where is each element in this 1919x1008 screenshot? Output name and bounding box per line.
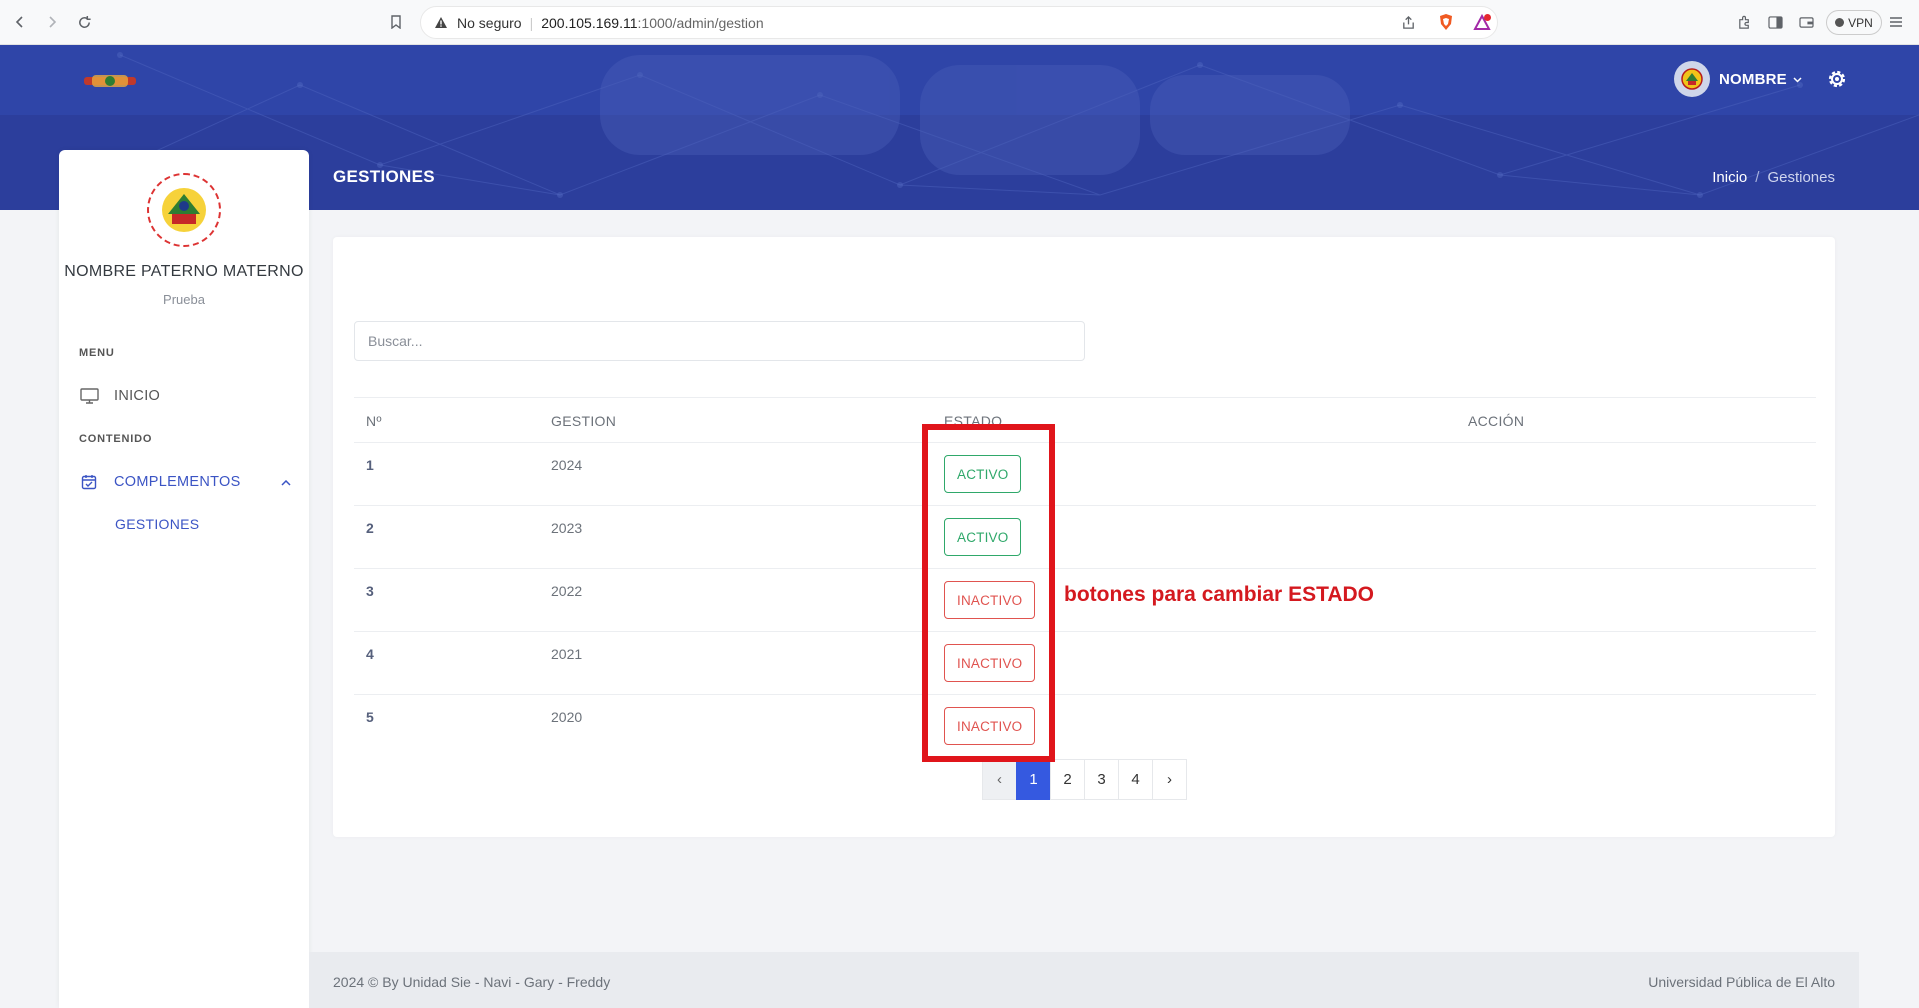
pagination-prev[interactable]: ‹ xyxy=(982,759,1017,800)
reload-icon[interactable] xyxy=(74,12,94,32)
user-menu[interactable]: NOMBRE xyxy=(1674,61,1802,97)
column-header-numero: Nº xyxy=(366,413,382,429)
chevron-up-icon[interactable] xyxy=(281,475,291,489)
pagination-next[interactable]: › xyxy=(1152,759,1187,800)
annotation-highlight-box xyxy=(922,424,1055,762)
table-header: Nº GESTION ESTADO ACCIÓN xyxy=(354,397,1816,443)
breadcrumb-current: Gestiones xyxy=(1767,169,1835,186)
section-contenido: CONTENIDO xyxy=(79,433,153,445)
vpn-label: VPN xyxy=(1848,15,1873,30)
avatar[interactable] xyxy=(1674,61,1710,97)
breadcrumb-separator: / xyxy=(1755,169,1760,186)
warning-icon xyxy=(433,15,449,31)
table-row: 1 2024 ACTIVO xyxy=(354,443,1816,506)
row-gestion: 2024 xyxy=(551,457,583,473)
calendar-check-icon xyxy=(79,472,99,492)
forward-icon[interactable] xyxy=(42,12,62,32)
profile-name: NOMBRE PATERNO MATERNO xyxy=(64,263,304,280)
profile-emblem xyxy=(147,173,221,247)
brave-shield-icon[interactable] xyxy=(1436,12,1456,32)
pagination-page-2[interactable]: 2 xyxy=(1050,759,1085,800)
profile-role: Prueba xyxy=(163,292,205,307)
gear-icon[interactable] xyxy=(1825,67,1849,91)
row-gestion: 2020 xyxy=(551,709,583,725)
search-input[interactable] xyxy=(354,321,1085,361)
sidebar-item-complementos[interactable]: COMPLEMENTOS xyxy=(79,469,295,495)
row-number: 4 xyxy=(366,646,374,662)
page-title: GESTIONES xyxy=(333,167,435,186)
row-number: 5 xyxy=(366,709,374,725)
column-header-accion: ACCIÓN xyxy=(1468,413,1525,429)
sidebar-item-label: COMPLEMENTOS xyxy=(114,474,241,490)
footer: 2024 © By Unidad Sie - Navi - Gary - Fre… xyxy=(309,952,1859,1008)
section-menu: MENU xyxy=(79,347,115,359)
footer-credits: 2024 © By Unidad Sie - Navi - Gary - Fre… xyxy=(333,974,611,990)
user-name[interactable]: NOMBRE xyxy=(1719,71,1787,88)
table-row: 4 2021 INACTIVO xyxy=(354,632,1816,695)
row-gestion: 2021 xyxy=(551,646,583,662)
sidebar-subitem-gestiones[interactable]: GESTIONES xyxy=(115,516,199,532)
url-host: 200.105.169.11 xyxy=(541,14,638,31)
vpn-button[interactable]: VPN xyxy=(1826,10,1882,35)
gestiones-table: Nº GESTION ESTADO ACCIÓN 1 2024 ACTIVO 2… xyxy=(354,397,1816,758)
monitor-icon xyxy=(79,386,99,406)
sidebar: NOMBRE PATERNO MATERNO Prueba MENU INICI… xyxy=(59,150,309,1008)
menu-icon[interactable] xyxy=(1886,12,1906,32)
share-icon[interactable] xyxy=(1398,12,1418,32)
row-number: 2 xyxy=(366,520,374,536)
row-gestion: 2022 xyxy=(551,583,583,599)
bookmark-icon[interactable] xyxy=(386,12,406,32)
pagination: ‹ 1 2 3 4 › xyxy=(982,759,1187,800)
address-bar[interactable]: No seguro | 200.105.169.11:1000/admin/ge… xyxy=(420,6,1498,39)
annotation-label: botones para cambiar ESTADO xyxy=(1064,583,1375,606)
breadcrumb-home[interactable]: Inicio xyxy=(1712,169,1747,186)
security-status[interactable]: No seguro xyxy=(457,15,522,31)
wallet-icon[interactable] xyxy=(1796,12,1816,32)
address-divider: | xyxy=(529,14,534,31)
extensions-icon[interactable] xyxy=(1734,12,1754,32)
pagination-page-1[interactable]: 1 xyxy=(1016,759,1051,800)
browser-toolbar: No seguro | 200.105.169.11:1000/admin/ge… xyxy=(0,0,1919,45)
pagination-page-4[interactable]: 4 xyxy=(1118,759,1153,800)
table-row: 5 2020 INACTIVO xyxy=(354,695,1816,758)
sidebar-item-inicio[interactable]: INICIO xyxy=(79,383,295,409)
sidebar-item-label: INICIO xyxy=(114,388,161,404)
footer-institution: Universidad Pública de El Alto xyxy=(1648,974,1835,990)
row-gestion: 2023 xyxy=(551,520,583,536)
app-logo[interactable] xyxy=(82,71,138,91)
breadcrumb: Inicio / Gestiones xyxy=(1712,169,1835,186)
row-number: 1 xyxy=(366,457,374,473)
back-icon[interactable] xyxy=(10,12,30,32)
row-number: 3 xyxy=(366,583,374,599)
chevron-down-icon[interactable] xyxy=(1793,72,1802,86)
table-row: 2 2023 ACTIVO xyxy=(354,506,1816,569)
brave-rewards-icon[interactable] xyxy=(1472,12,1492,32)
gestiones-card: Nº GESTION ESTADO ACCIÓN 1 2024 ACTIVO 2… xyxy=(333,237,1835,837)
pagination-page-3[interactable]: 3 xyxy=(1084,759,1119,800)
url-path: :1000/admin/gestion xyxy=(637,14,764,31)
vpn-status-icon xyxy=(1835,18,1845,27)
column-header-gestion: GESTION xyxy=(551,413,617,429)
sidebar-toggle-icon[interactable] xyxy=(1765,12,1785,32)
